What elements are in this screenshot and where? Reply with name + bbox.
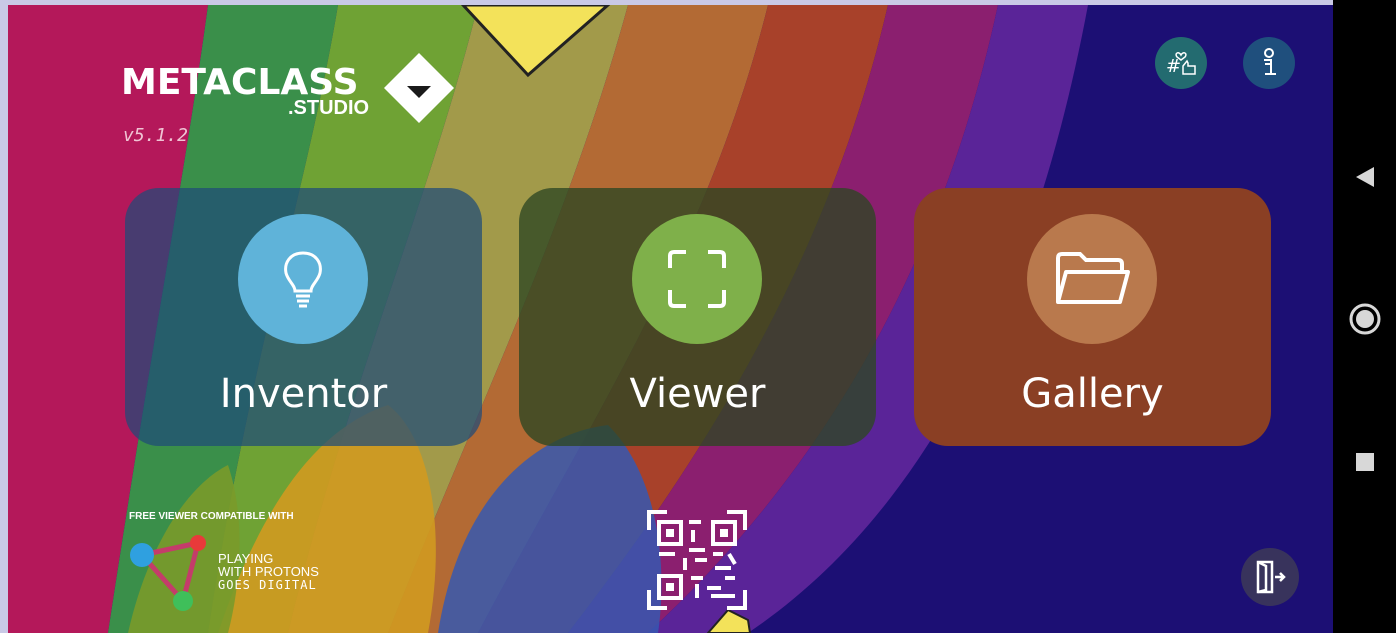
back-triangle-icon bbox=[1355, 167, 1374, 187]
pwp-line-3: GOES DIGITAL bbox=[218, 578, 317, 592]
gallery-label: Gallery bbox=[1021, 371, 1164, 417]
recents-button[interactable] bbox=[1333, 437, 1396, 487]
inventor-card[interactable]: Inventor bbox=[125, 188, 482, 446]
exit-door-icon bbox=[1256, 560, 1286, 594]
exit-button[interactable] bbox=[1241, 548, 1299, 606]
gallery-card[interactable]: Gallery bbox=[914, 188, 1271, 446]
folder-icon bbox=[1056, 252, 1130, 304]
scan-frame-icon bbox=[668, 250, 726, 308]
app-version: v5.1.2 bbox=[123, 125, 189, 146]
info-icon bbox=[1264, 48, 1276, 75]
recents-square-icon bbox=[1355, 453, 1374, 471]
home-circle-icon bbox=[1349, 303, 1380, 335]
app-screen: METACLASS .STUDIO v5.1.2 # Inventor View… bbox=[8, 5, 1333, 633]
viewer-icon-circle bbox=[632, 214, 762, 344]
inventor-label: Inventor bbox=[219, 371, 388, 417]
system-navigation-bar bbox=[1333, 0, 1396, 633]
lightbulb-icon bbox=[284, 251, 322, 308]
gallery-icon-circle bbox=[1027, 214, 1157, 344]
playing-with-protons-logo-icon bbox=[130, 535, 206, 611]
app-logo-subtext: .STUDIO bbox=[288, 97, 370, 119]
compatibility-text: FREE VIEWER COMPATIBLE WITH bbox=[129, 511, 294, 522]
viewer-card[interactable]: Viewer bbox=[519, 188, 876, 446]
home-button[interactable] bbox=[1333, 294, 1396, 344]
info-button[interactable] bbox=[1243, 37, 1295, 89]
pwp-line-2: WITH PROTONS bbox=[218, 564, 319, 579]
hashtag-like-button[interactable]: # bbox=[1155, 37, 1207, 89]
qr-code-button[interactable] bbox=[645, 508, 749, 612]
viewer-label: Viewer bbox=[629, 371, 766, 417]
logo-diamond-icon bbox=[384, 53, 454, 123]
hashtag-like-icon: # bbox=[1166, 52, 1196, 77]
inventor-icon-circle bbox=[238, 214, 368, 344]
back-button[interactable] bbox=[1333, 152, 1396, 202]
qr-code-icon bbox=[647, 510, 747, 610]
